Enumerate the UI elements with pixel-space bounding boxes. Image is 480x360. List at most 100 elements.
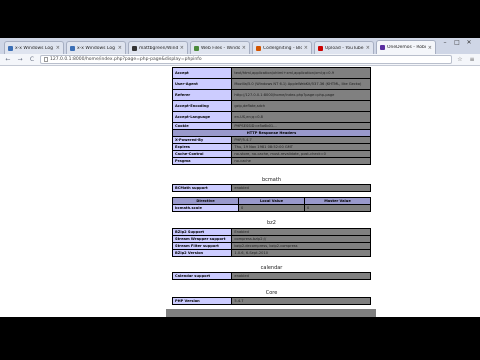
page-icon bbox=[44, 57, 48, 62]
row-value: http://127.0.0.1:8000/home/index.php?pag… bbox=[231, 89, 371, 101]
row-name: Expires bbox=[171, 143, 233, 151]
row-value: bzip2.decompress, bzip2.compress bbox=[231, 242, 371, 250]
section-title-core: Core bbox=[265, 290, 278, 296]
address-url: 127.0.0.1:8000/home/index.php?page=php-p… bbox=[50, 57, 202, 62]
bcmath-directive-table: Directive Local Value Master Value bcmat… bbox=[172, 197, 371, 212]
row-value: Mozilla/5.0 (Windows NT 6.1) AppleWebKit… bbox=[231, 78, 371, 90]
tab-title: CodeIgniting - Blog ... bbox=[263, 45, 302, 51]
minimize-button[interactable]: – bbox=[440, 39, 450, 47]
tab-title: x-x Windows Log bbox=[77, 45, 115, 51]
tab-title: mattbgreen/Windows/... bbox=[139, 45, 178, 51]
row-name: Accept-Language bbox=[171, 111, 233, 123]
section-title-calendar: calendar bbox=[260, 265, 283, 271]
row-value: 5.4.7 bbox=[231, 297, 371, 305]
tab-favicon-icon bbox=[380, 45, 385, 50]
bookmark-star-icon[interactable]: ☆ bbox=[456, 56, 464, 64]
forward-icon[interactable]: → bbox=[16, 56, 24, 64]
section-title-bcmath: bcmath bbox=[262, 177, 281, 183]
tab-favicon-icon bbox=[132, 45, 137, 51]
row-name: BCMath support bbox=[171, 184, 233, 192]
close-window-button[interactable]: ✕ bbox=[464, 39, 474, 47]
table-row: Referer http://127.0.0.1:8000/home/index.… bbox=[171, 89, 371, 101]
row-value: 1.0.6, 6-Sept-2010 bbox=[231, 249, 371, 257]
row-value: en-US,en;q=0.8 bbox=[231, 111, 371, 123]
col-master: Master Value bbox=[304, 197, 371, 205]
tab-favicon-icon bbox=[194, 45, 199, 51]
row-name: Stream Wrapper support bbox=[171, 235, 233, 243]
row-name: Stream Filter support bbox=[171, 242, 233, 250]
row-name: Referer bbox=[171, 89, 233, 101]
table-row: Accept-Language en-US,en;q=0.8 bbox=[171, 111, 371, 123]
row-name: Accept bbox=[171, 67, 233, 79]
row-name: X-Powered-By bbox=[171, 136, 233, 144]
row-value: PHPSESSID=e5a6b01... bbox=[231, 122, 371, 130]
row-value: enabled bbox=[231, 184, 371, 192]
browser-toolbar: ← → C 127.0.0.1:8000/home/index.php?page… bbox=[0, 54, 480, 66]
section-title-bz2: bz2 bbox=[267, 220, 276, 226]
browser-window: x-x Windows Log × x-x Windows Log × mattbgre… bbox=[0, 38, 480, 317]
tab-title: x-x Windows Log bbox=[15, 45, 53, 51]
tab-close-icon[interactable]: × bbox=[56, 45, 60, 51]
row-value: compress.bzip2:// bbox=[231, 235, 371, 243]
next-table-stub bbox=[166, 309, 376, 317]
tab-favicon-icon bbox=[256, 45, 261, 51]
calendar-table: Calendar support enabled bbox=[171, 272, 371, 280]
tab-close-icon[interactable]: × bbox=[304, 45, 308, 51]
video-letterbox-top bbox=[0, 0, 480, 38]
tab-favicon-icon bbox=[70, 45, 75, 51]
browser-tab[interactable]: x-x Windows Log × bbox=[4, 41, 64, 54]
row-value: Enabled bbox=[231, 228, 371, 236]
table-row: Expires Thu, 19 Nov 1981 08:52:00 GMT bbox=[171, 143, 371, 151]
browser-tab[interactable]: x-x Windows Log × bbox=[66, 41, 126, 54]
bz2-table: BZip2 Support Enabled Stream Wrapper supp… bbox=[171, 228, 371, 257]
row-name: BZip2 Support bbox=[171, 228, 233, 236]
col-directive: Directive bbox=[172, 197, 239, 205]
tab-close-icon[interactable]: × bbox=[180, 45, 184, 51]
tab-title: OneDemos - Roboworx bbox=[387, 45, 426, 50]
reload-icon[interactable]: C bbox=[28, 56, 36, 64]
tab-close-icon[interactable]: × bbox=[428, 45, 432, 51]
row-name: Calendar support bbox=[171, 272, 233, 280]
tab-title: Upload - YouTube bbox=[325, 45, 364, 51]
address-bar[interactable]: 127.0.0.1:8000/home/index.php?page=php-p… bbox=[40, 55, 452, 64]
row-name: Accept-Encoding bbox=[171, 100, 233, 112]
maximize-button[interactable]: □ bbox=[452, 39, 462, 47]
directive-master: 0 bbox=[304, 204, 371, 212]
row-name: Cache-Control bbox=[171, 150, 233, 158]
browser-tab[interactable]: Upload - YouTube × bbox=[314, 41, 374, 54]
core-table: PHP Version 5.4.7 bbox=[171, 297, 371, 305]
row-value: no-store, no-cache, must-revalidate, pos… bbox=[231, 150, 371, 158]
browser-tab[interactable]: Web Files - Windows ...× bbox=[190, 41, 250, 54]
tab-close-icon[interactable]: × bbox=[366, 45, 370, 51]
menu-icon[interactable]: ≡ bbox=[468, 56, 476, 64]
row-value: enabled bbox=[231, 272, 371, 280]
page-viewport[interactable]: Accept text/html,application/xhtml+xml,ap… bbox=[0, 67, 480, 317]
table-row: Cache-Control no-store, no-cache, must-re… bbox=[171, 150, 371, 158]
tab-favicon-icon bbox=[318, 45, 323, 51]
bcmath-table: BCMath support enabled bbox=[171, 184, 371, 192]
tab-close-icon[interactable]: × bbox=[242, 45, 246, 51]
directive-local: 0 bbox=[238, 204, 305, 212]
row-value: text/html,application/xhtml+xml,applicat… bbox=[231, 67, 371, 79]
table-row: Pragma no-cache bbox=[171, 157, 371, 165]
back-icon[interactable]: ← bbox=[4, 56, 12, 64]
tab-strip: x-x Windows Log × x-x Windows Log × mattbgre… bbox=[0, 38, 480, 54]
table-row: X-Powered-By PHP/5.4.7 bbox=[171, 136, 371, 144]
row-value: PHP/5.4.7 bbox=[231, 136, 371, 144]
tab-title: Web Files - Windows ... bbox=[201, 45, 240, 51]
response-headers-title: HTTP Response Headers bbox=[172, 129, 371, 137]
row-value: gzip,deflate,sdch bbox=[231, 100, 371, 112]
browser-tab[interactable]: CodeIgniting - Blog ...× bbox=[252, 41, 312, 54]
col-local: Local Value bbox=[238, 197, 305, 205]
table-row: Cookie PHPSESSID=e5a6b01... bbox=[171, 122, 371, 130]
tab-close-icon[interactable]: × bbox=[118, 45, 122, 51]
row-name: User-Agent bbox=[171, 78, 233, 90]
row-name: Pragma bbox=[171, 157, 233, 165]
row-name: Cookie bbox=[171, 122, 233, 130]
table-row: Accept-Encoding gzip,deflate,sdch bbox=[171, 100, 371, 112]
table-row: Accept text/html,application/xhtml+xml,ap… bbox=[171, 67, 371, 79]
browser-tab[interactable]: OneDemos - Roboworx× bbox=[376, 40, 436, 54]
request-headers-table: Accept text/html,application/xhtml+xml,ap… bbox=[171, 67, 371, 165]
row-value: Thu, 19 Nov 1981 08:52:00 GMT bbox=[231, 143, 371, 151]
browser-tab[interactable]: mattbgreen/Windows/...× bbox=[128, 41, 188, 54]
